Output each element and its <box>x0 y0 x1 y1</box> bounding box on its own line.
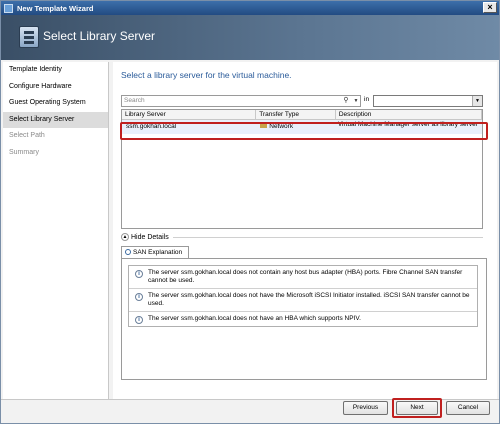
header-banner: Select Library Server <box>1 15 499 60</box>
list-item: i The server ssm.gokhan.local does not h… <box>129 289 477 312</box>
cancel-button[interactable]: Cancel <box>446 401 490 415</box>
divider <box>173 237 483 238</box>
cell-library-server: ssm.gokhan.local <box>126 123 177 130</box>
message-text: The server ssm.gokhan.local does not hav… <box>148 292 470 307</box>
nav-step-summary: Summary <box>9 148 39 156</box>
chevron-up-icon[interactable]: ▲ <box>121 233 129 241</box>
info-icon: i <box>135 270 143 278</box>
previous-button[interactable]: Previous <box>343 401 388 415</box>
search-options-chevron-icon[interactable]: ▼ <box>352 96 360 106</box>
message-list: i The server ssm.gokhan.local does not c… <box>128 265 478 327</box>
info-icon: i <box>135 293 143 301</box>
search-input[interactable]: Search <box>121 95 361 107</box>
hide-details-label: Hide Details <box>131 233 169 241</box>
template-wizard-icon <box>19 26 39 48</box>
instruction-heading: Select a library server for the virtual … <box>121 70 292 80</box>
page-title: Select Library Server <box>43 29 156 43</box>
column-header-transfer-type[interactable]: Transfer Type <box>256 110 336 119</box>
nav-step-template-identity[interactable]: Template Identity <box>3 62 108 79</box>
nav-step-select-library-server[interactable]: Select Library Server <box>3 111 108 128</box>
transfer-type-label: Network <box>269 123 294 130</box>
cell-description: Virtual Machine Manager server as librar… <box>337 121 478 128</box>
message-text: The server ssm.gokhan.local does not hav… <box>148 315 361 322</box>
hide-details-toggle[interactable]: ▲ Hide Details <box>121 233 169 241</box>
grid-header: Library Server Transfer Type Description <box>122 110 482 120</box>
san-explanation-panel: i The server ssm.gokhan.local does not c… <box>121 258 487 380</box>
close-button[interactable]: × <box>483 2 497 13</box>
network-icon <box>260 124 268 129</box>
wizard-window: New Template Wizard × Select Library Ser… <box>0 0 500 424</box>
list-item: i The server ssm.gokhan.local does not h… <box>129 312 477 326</box>
main-panel: Select a library server for the virtual … <box>113 62 497 399</box>
info-icon <box>125 249 131 256</box>
search-icon[interactable]: ⚲ <box>340 96 352 106</box>
cell-transfer-type: Network <box>256 120 336 134</box>
wizard-steps-nav: Template Identity Configure Hardware Gue… <box>3 62 109 399</box>
nav-step-select-path: Select Path <box>9 132 45 139</box>
nav-step-guest-os[interactable]: Guest Operating System <box>3 95 108 112</box>
search-row: Search ⚲ ▼ in ▼ <box>121 95 483 107</box>
nav-step-configure-hardware[interactable]: Configure Hardware <box>3 79 108 96</box>
list-item: i The server ssm.gokhan.local does not c… <box>129 266 477 289</box>
library-server-grid: Library Server Transfer Type Description… <box>121 109 483 229</box>
window-title: New Template Wizard <box>17 3 94 13</box>
table-row[interactable]: ssm.gokhan.local Network Virtual Machine… <box>122 120 482 134</box>
search-in-label: in <box>364 96 370 103</box>
info-icon: i <box>135 316 143 324</box>
next-button[interactable]: Next <box>396 401 438 415</box>
wizard-app-icon <box>4 3 13 13</box>
column-header-library-server[interactable]: Library Server <box>122 110 257 119</box>
tab-label: SAN Explanation <box>133 249 183 256</box>
column-header-description[interactable]: Description <box>336 110 482 119</box>
search-scope-select[interactable]: ▼ <box>373 95 483 107</box>
title-bar[interactable]: New Template Wizard × <box>1 1 499 15</box>
chevron-down-icon[interactable]: ▼ <box>472 96 482 106</box>
message-text: The server ssm.gokhan.local does not con… <box>148 269 463 284</box>
